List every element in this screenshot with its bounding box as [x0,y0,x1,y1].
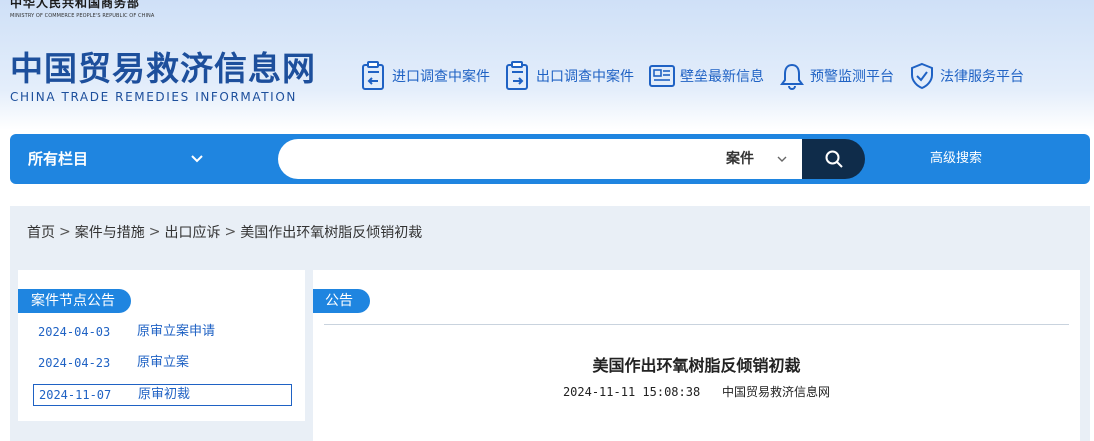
bell-icon [780,63,804,90]
chevron-down-icon[interactable] [776,153,788,165]
article-panel: 公告 美国作出环氧树脂反倾销初裁 2024-11-11 15:08:38 中国贸… [313,270,1080,441]
case-node-label: 原审立案申请 [137,324,216,339]
ministry-name-en: MINISTRY OF COMMERCE PEOPLE'S REPUBLIC O… [10,13,155,19]
case-node-date: 2024-04-03 [38,325,111,339]
search-icon [825,150,843,168]
nav-export-cases-label: 出口调查中案件 [536,69,634,85]
top-nav: 进口调查中案件 出口调查中案件 壁垒最新信息 预警监测平台 法律服务平台 [360,58,1038,94]
nav-barrier-news[interactable]: 壁垒最新信息 [648,58,764,94]
case-node-item-active[interactable]: 2024-11-07 原审初裁 [33,384,292,406]
breadcrumb-export[interactable]: 出口应诉 [164,222,220,242]
case-node-label: 原审立案 [137,355,190,370]
case-node-date: 2024-04-23 [38,356,111,370]
news-icon [649,65,675,87]
nav-import-cases[interactable]: 进口调查中案件 [360,58,490,94]
export-case-icon [506,61,528,90]
divider [324,324,1069,325]
nav-import-cases-label: 进口调查中案件 [392,69,490,85]
search-input[interactable] [298,147,698,171]
site-title-cn: 中国贸易救济信息网 [10,49,316,88]
article-source: 中国贸易救济信息网 [722,385,831,399]
notice-tab: 公告 [313,289,370,313]
advanced-search-link[interactable]: 高级搜索 [930,134,982,184]
case-node-item[interactable]: 2024-04-23 原审立案 [33,353,292,375]
case-node-panel: 案件节点公告 2024-04-03 原审立案申请 2024-04-23 原审立案… [18,270,305,421]
nav-warning-platform[interactable]: 预警监测平台 [778,58,894,94]
breadcrumb-home[interactable]: 首页 [27,222,55,242]
article-meta: 2024-11-11 15:08:38 中国贸易救济信息网 [313,383,1080,400]
article-timestamp: 2024-11-11 15:08:38 [562,385,701,399]
search-bar: 所有栏目 案件 高级搜索 [10,134,1090,184]
shield-check-icon [911,62,933,90]
search-button[interactable] [802,139,865,179]
nav-barrier-news-label: 壁垒最新信息 [680,69,764,85]
breadcrumb-current: 美国作出环氧树脂反倾销初裁 [240,225,423,241]
case-node-item[interactable]: 2024-04-03 原审立案申请 [33,322,292,344]
scope-dropdown[interactable]: 所有栏目 [28,134,88,184]
nav-legal-platform[interactable]: 法律服务平台 [908,58,1024,94]
site-brand[interactable]: 中国贸易救济信息网 CHINA TRADE REMEDIES INFORMATI… [10,49,316,105]
breadcrumb-separator: > [148,224,161,240]
ministry-logo[interactable]: 中华人民共和国商务部 MINISTRY OF COMMERCE PEOPLE'S… [10,0,180,22]
nav-warning-platform-label: 预警监测平台 [810,69,894,85]
breadcrumb-separator: > [224,224,237,240]
ministry-name-cn: 中华人民共和国商务部 [10,0,141,10]
case-node-title: 案件节点公告 [18,289,131,313]
breadcrumb-separator: > [59,224,71,240]
article-title: 美国作出环氧树脂反倾销初裁 [592,356,801,375]
breadcrumb: 首页 > 案件与措施 > 出口应诉 > 美国作出环氧树脂反倾销初裁 [27,222,422,242]
case-node-label: 原审初裁 [138,387,191,402]
import-case-icon [362,61,384,90]
search-box: 案件 [278,139,814,179]
chevron-down-icon[interactable] [190,152,204,166]
case-node-date: 2024-11-07 [39,388,112,402]
site-title-en: CHINA TRADE REMEDIES INFORMATION [10,90,297,104]
breadcrumb-cases[interactable]: 案件与措施 [75,222,145,242]
type-dropdown[interactable]: 案件 [726,139,754,179]
nav-legal-platform-label: 法律服务平台 [940,69,1024,85]
nav-export-cases[interactable]: 出口调查中案件 [504,58,634,94]
